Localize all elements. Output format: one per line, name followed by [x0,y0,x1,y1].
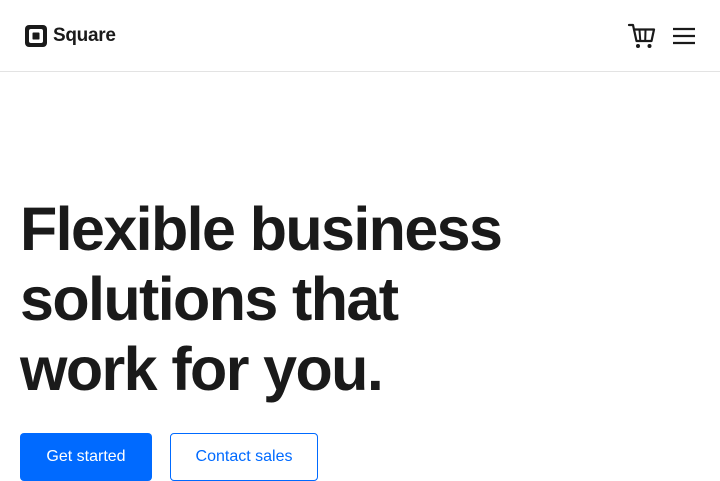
hero-title-line: work for you. [20,334,560,404]
square-logo-link[interactable]: Square [25,25,116,47]
logo-wordmark: Square [53,25,116,47]
cart-button[interactable] [627,22,657,50]
hamburger-menu-icon [671,24,697,48]
get-started-button[interactable]: Get started [20,433,152,481]
square-logo-icon [25,25,47,47]
menu-button[interactable] [671,24,697,48]
hero-title-line: solutions that [20,264,560,334]
contact-sales-button[interactable]: Contact sales [170,433,318,481]
hero-title-line: Flexible business [20,194,560,264]
cart-icon [627,22,657,50]
hero-title: Flexible business solutions that work fo… [20,194,560,404]
site-header: Square [0,0,720,72]
